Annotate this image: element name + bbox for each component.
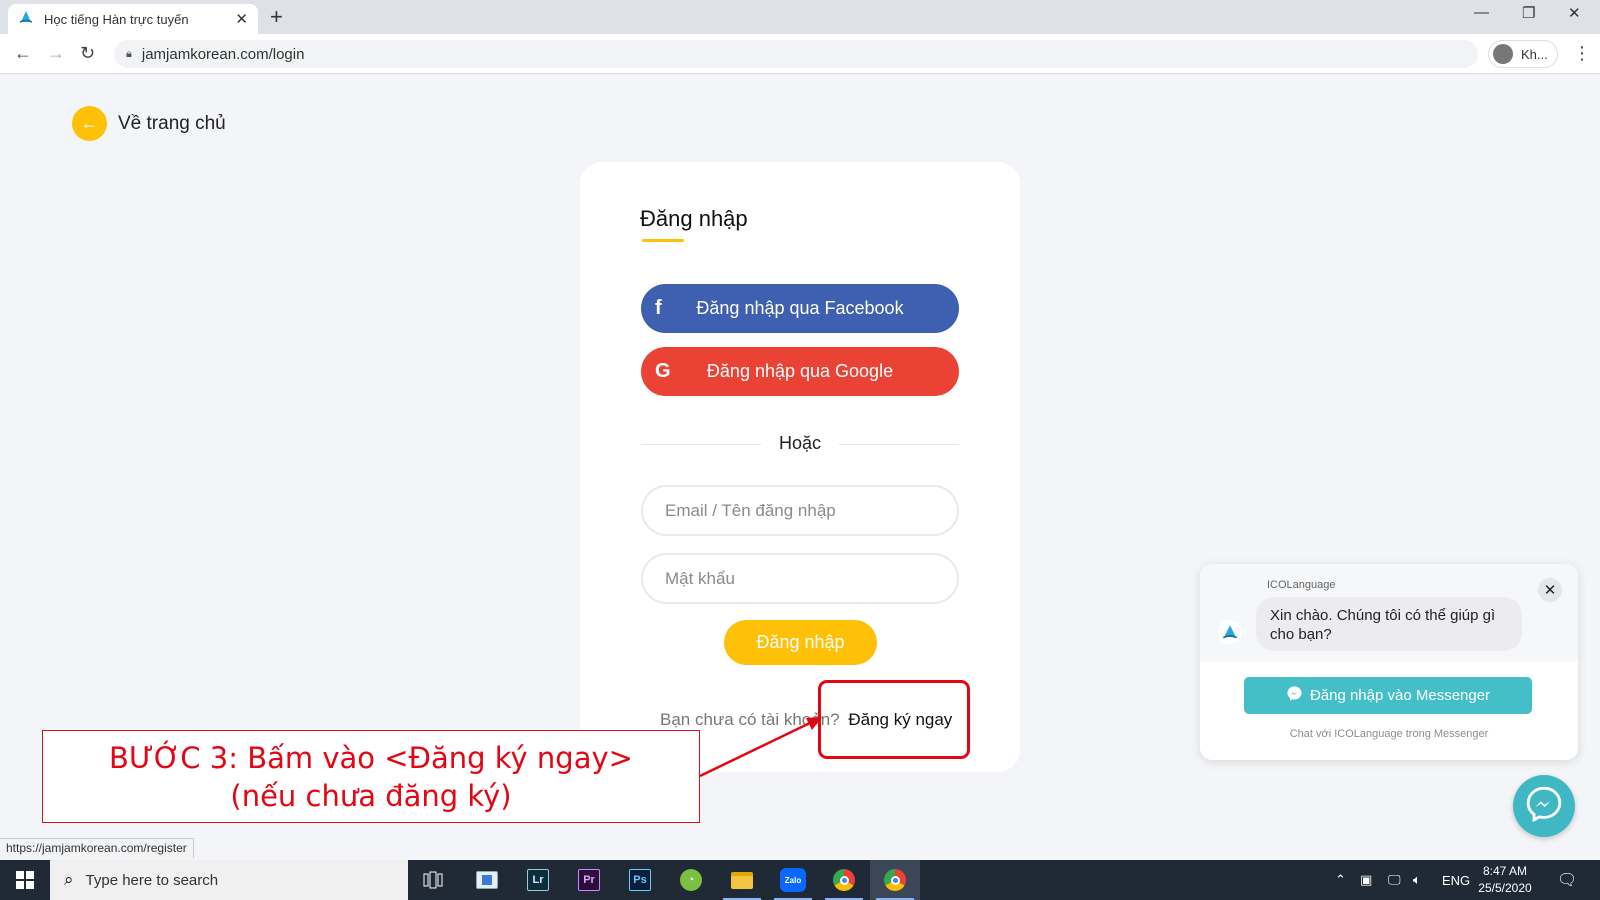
page-title: Đăng nhập	[640, 206, 748, 231]
notification-icon[interactable]: 🗨︎	[1557, 860, 1577, 900]
messenger-login-button[interactable]: Đăng nhập vào Messenger	[1244, 677, 1532, 714]
chat-brand-name: ICOLanguage	[1267, 579, 1336, 591]
tab-title: Học tiếng Hàn trực tuyến	[44, 11, 189, 27]
or-divider: Hoặc	[641, 432, 959, 456]
chat-close-icon[interactable]: ✕	[1538, 578, 1562, 602]
tab-close-icon[interactable]: ✕	[235, 10, 248, 28]
chat-avatar-icon	[1218, 620, 1242, 644]
facebook-login-label: Đăng nhập qua Facebook	[696, 298, 904, 318]
messenger-icon	[1286, 685, 1303, 706]
zalo-icon[interactable]: Zalo	[768, 860, 818, 900]
or-text: Hoặc	[778, 433, 822, 453]
google-login-button[interactable]: G Đăng nhập qua Google	[641, 347, 959, 396]
email-field[interactable]	[641, 485, 959, 536]
chat-widget: ICOLanguage Xin chào. Chúng tôi có thể g…	[1200, 564, 1578, 760]
messenger-icon	[1525, 785, 1563, 828]
windows-taskbar: ⌕ Type here to search Lr Pr Ps ◔ Zalo ⌃ …	[0, 860, 1600, 900]
browser-toolbar: ← → ↻ 🔒︎ jamjamkorean.com/login Kh... ⋮	[0, 34, 1600, 74]
window-close-icon[interactable]: ✕	[1568, 4, 1581, 22]
network-icon[interactable]: 🖵︎	[1388, 860, 1401, 900]
profile-label: Kh...	[1521, 46, 1548, 62]
new-tab-icon[interactable]: +	[270, 6, 283, 28]
title-underline	[642, 239, 684, 242]
profile-avatar-icon	[1493, 44, 1513, 64]
taskbar-search-placeholder: Type here to search	[85, 871, 219, 889]
browser-menu-icon[interactable]: ⋮	[1573, 43, 1591, 64]
messenger-fab-button[interactable]	[1513, 775, 1575, 837]
reload-icon[interactable]: ↻	[80, 43, 95, 64]
search-icon: ⌕	[64, 870, 74, 889]
windows-start-icon[interactable]	[0, 860, 50, 900]
back-arrow-icon[interactable]: ←	[14, 43, 32, 64]
facebook-login-button[interactable]: f Đăng nhập qua Facebook	[641, 284, 959, 333]
premiere-icon[interactable]: Pr	[564, 860, 614, 900]
task-view-icon[interactable]	[408, 860, 458, 900]
arrow-left-icon: ←	[72, 106, 107, 141]
minimize-icon[interactable]: —	[1474, 4, 1489, 21]
clock-time: 8:47 AM	[1482, 864, 1528, 878]
annotation-callout: BƯỚC 3: Bấm vào <Đăng ký ngay> (nếu chưa…	[42, 730, 700, 823]
lightroom-icon[interactable]: Lr	[513, 860, 563, 900]
url-text: jamjamkorean.com/login	[141, 45, 305, 63]
forward-arrow-icon[interactable]: →	[47, 43, 65, 64]
chat-greeting-bubble: Xin chào. Chúng tôi có thể giúp gì cho b…	[1256, 597, 1522, 651]
signup-prompt: Bạn chưa có tài khoản?	[660, 710, 840, 729]
facebook-icon: f	[655, 297, 662, 319]
chat-footer: Chat với ICOLanguage trong Messenger	[1289, 728, 1489, 740]
chat-header: ICOLanguage Xin chào. Chúng tôi có thể g…	[1200, 564, 1578, 662]
profile-button[interactable]: Kh...	[1488, 40, 1558, 68]
app-window-icon[interactable]	[462, 860, 512, 900]
password-field[interactable]	[641, 553, 959, 604]
login-button[interactable]: Đăng nhập	[724, 620, 877, 665]
restore-icon[interactable]: ❐	[1522, 4, 1535, 22]
google-icon: G	[655, 360, 671, 382]
tray-chevron-up-icon[interactable]: ⌃	[1335, 860, 1346, 900]
status-url-bubble: https://jamjamkorean.com/register	[0, 838, 194, 858]
file-explorer-icon[interactable]	[717, 860, 767, 900]
browser-tab[interactable]: Học tiếng Hàn trực tuyến ✕	[8, 4, 258, 34]
chrome-alt-icon[interactable]	[819, 860, 869, 900]
coccoc-browser-icon[interactable]: ◔	[666, 860, 716, 900]
security-tray-icon[interactable]: ▣	[1360, 860, 1372, 900]
clock-date: 25/5/2020	[1478, 881, 1532, 895]
password-input[interactable]	[665, 568, 945, 589]
address-bar[interactable]: 🔒︎ jamjamkorean.com/login	[114, 40, 1478, 68]
language-indicator[interactable]: ENG	[1442, 860, 1470, 900]
lock-icon: 🔒︎	[126, 47, 132, 60]
annotation-line-2: (nếu chưa đăng ký)	[230, 779, 512, 813]
back-home-label: Về trang chủ	[118, 112, 226, 134]
google-login-label: Đăng nhập qua Google	[706, 361, 894, 381]
messenger-login-label: Đăng nhập vào Messenger	[1309, 687, 1491, 704]
email-input[interactable]	[665, 500, 945, 521]
annotation-line-1: BƯỚC 3: Bấm vào <Đăng ký ngay>	[109, 741, 633, 775]
annotation-highlight-box	[818, 680, 970, 759]
taskbar-search-box[interactable]: ⌕ Type here to search	[50, 860, 408, 900]
browser-tab-bar: Học tiếng Hàn trực tuyến ✕ + — ❐ ✕	[0, 0, 1600, 34]
chrome-icon[interactable]	[870, 860, 920, 900]
photoshop-icon[interactable]: Ps	[615, 860, 665, 900]
site-favicon-icon	[18, 9, 34, 30]
volume-icon[interactable]: 🔈︎	[1413, 860, 1421, 900]
back-home-link[interactable]: ← Về trang chủ	[72, 106, 226, 141]
taskbar-clock[interactable]: 8:47 AM 25/5/2020	[1470, 863, 1540, 897]
